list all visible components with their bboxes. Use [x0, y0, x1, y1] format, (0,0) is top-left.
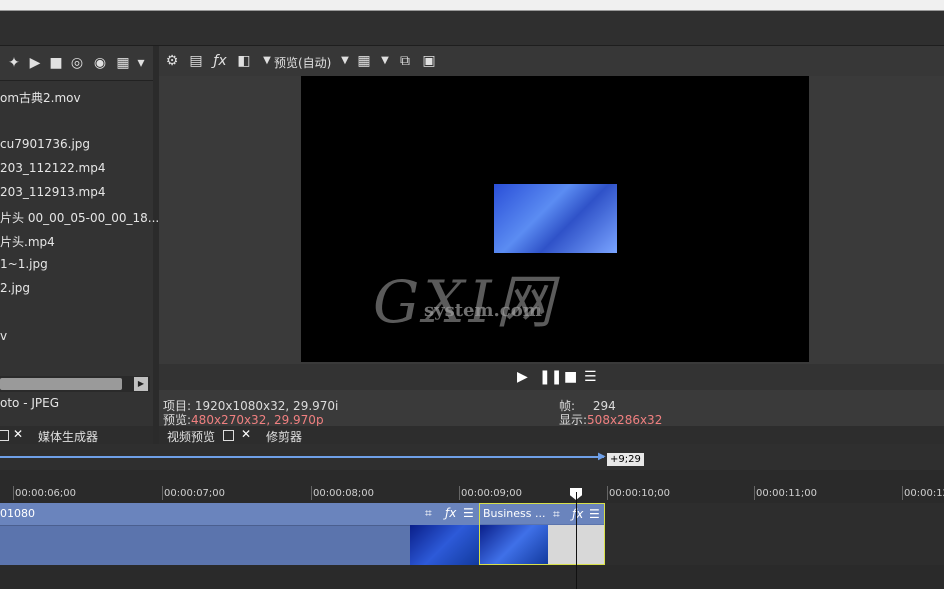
media-toolbar: ✦ ▶ ■ ◎ ◉ ▦ ▾ [0, 46, 153, 81]
video-clip[interactable]: 01080 ⌗ ƒx ☰ [0, 503, 479, 565]
menu-icon[interactable]: ☰ [463, 506, 474, 520]
clip-header[interactable]: 01080 ⌗ ƒx ☰ [0, 503, 479, 526]
fx-icon[interactable]: ƒx [445, 506, 456, 520]
clip-name: 01080 [0, 507, 35, 520]
external-monitor-icon[interactable]: ▤ [188, 53, 204, 69]
left-tab-bar: ✕ 媒体生成器 [0, 426, 153, 444]
save-snapshot-icon[interactable]: ▣ [421, 53, 437, 69]
list-item[interactable]: om古典2.mov [0, 89, 81, 106]
loop-end-icon[interactable]: ▶ [598, 451, 606, 462]
fx-icon[interactable]: ƒx [212, 53, 228, 69]
preview-value: 480x270x32, 29.970p [191, 413, 324, 427]
list-item[interactable]: v [0, 329, 7, 343]
timeline: ▶ +9;29 00:00:06;00 00:00:07;00 00:00:08… [0, 444, 944, 589]
ruler-tick [902, 486, 903, 500]
transport-controls: ▶ ❚❚ ■ ☰ [159, 364, 944, 390]
list-item[interactable]: 1~1.jpg [0, 257, 48, 271]
ruler-tick [607, 486, 608, 500]
display-label: 显示: [559, 413, 588, 427]
preview-quality-select[interactable]: 预览(自动) [274, 54, 331, 71]
scrollbar-thumb[interactable] [0, 378, 122, 390]
preview-toolbar: ⚙ ▤ ƒx ◧ ▼ 预览(自动) ▼ ▦ ▼ ⧉ ▣ [159, 46, 944, 76]
ruler-tick [13, 486, 14, 500]
chevron-down-icon[interactable]: ▼ [337, 53, 353, 69]
stop-button[interactable]: ■ [564, 369, 577, 385]
ruler-tick [754, 486, 755, 500]
video-track: 01080 ⌗ ƒx ☰ Business ... ⌗ ƒx ☰ [0, 503, 944, 565]
preview-label: 预览: [163, 413, 192, 427]
undock-icon[interactable] [223, 430, 234, 441]
ruler-tick [459, 486, 460, 500]
close-icon[interactable]: ✕ [241, 427, 251, 441]
time-ruler[interactable]: 00:00:06;00 00:00:07;00 00:00:08;00 00:0… [0, 482, 944, 502]
clip-thumbnail [480, 525, 548, 564]
preview-tab-bar: 视频预览 ✕ 修剪器 [159, 426, 944, 444]
list-item[interactable]: 片头.mp4 [0, 233, 55, 250]
ruler-label: 00:00:09;00 [461, 488, 523, 499]
clip-thumbnail [410, 525, 479, 565]
list-item[interactable]: 203_112913.mp4 [0, 185, 105, 199]
overlay-grid-icon[interactable]: ▦ [356, 53, 372, 69]
horizontal-scrollbar[interactable]: ▶ [0, 376, 150, 392]
gear-icon[interactable]: ⚙ [164, 53, 180, 69]
tab-media-generator[interactable]: 媒体生成器 [38, 428, 98, 445]
loop-region[interactable] [0, 456, 604, 458]
media-type-status: oto - JPEG [0, 396, 60, 410]
fx-icon[interactable]: ƒx [572, 507, 583, 521]
selected-video-clip[interactable]: Business ... ⌗ ƒx ☰ [479, 503, 605, 565]
watermark-logo: GXI网 [373, 268, 558, 336]
chevron-down-icon[interactable]: ▾ [133, 55, 149, 71]
effects-icon[interactable]: ✦ [6, 55, 22, 71]
watermark-text: system.com [424, 300, 542, 321]
crop-icon[interactable]: ⌗ [425, 506, 432, 521]
undock-icon[interactable] [0, 430, 9, 441]
menu-icon[interactable]: ☰ [584, 369, 597, 385]
chevron-down-icon[interactable]: ▼ [259, 53, 275, 69]
top-strip [0, 0, 944, 11]
project-media-panel: ✦ ▶ ■ ◎ ◉ ▦ ▾ om古典2.mov cu7901736.jpg 20… [0, 46, 159, 426]
play-button[interactable]: ▶ [517, 369, 528, 385]
pause-button[interactable]: ❚❚ [539, 369, 562, 385]
auto-preview-icon[interactable]: ◎ [69, 55, 85, 71]
ruler-label: 00:00:08;00 [313, 488, 375, 499]
list-item[interactable]: 片头 00_00_05-00_00_18... [0, 209, 159, 226]
scroll-right-icon[interactable]: ▶ [134, 377, 148, 391]
display-value: 508x286x32 [587, 413, 663, 427]
ruler-label: 00:00:11;00 [756, 488, 818, 499]
stop-icon[interactable]: ■ [48, 55, 64, 71]
ruler-label: 00:00:06;00 [15, 488, 77, 499]
preview-image [494, 184, 617, 253]
list-item[interactable]: 203_112122.mp4 [0, 161, 105, 175]
copy-snapshot-icon[interactable]: ⧉ [397, 53, 413, 69]
ruler-tick [311, 486, 312, 500]
tab-video-preview[interactable]: 视频预览 [167, 428, 215, 445]
split-screen-icon[interactable]: ◧ [236, 53, 252, 69]
menu-icon[interactable]: ☰ [589, 507, 600, 521]
search-media-icon[interactable]: ◉ [92, 55, 108, 71]
crop-icon[interactable]: ⌗ [553, 507, 560, 522]
menu-bar [0, 11, 944, 46]
tab-trimmer[interactable]: 修剪器 [266, 428, 302, 445]
loop-region-bar[interactable]: ▶ +9;29 [0, 444, 944, 470]
ruler-label: 00:00:07;00 [164, 488, 226, 499]
ruler-label: 00:00:12 [904, 488, 944, 499]
view-grid-icon[interactable]: ▦ [115, 55, 131, 71]
video-preview-panel: ⚙ ▤ ƒx ◧ ▼ 预览(自动) ▼ ▦ ▼ ⧉ ▣ ▶ ❚❚ ■ ☰ 项目:… [159, 46, 944, 427]
ruler-label: 00:00:10;00 [609, 488, 671, 499]
loop-length-readout: +9;29 [607, 453, 644, 466]
playhead-line[interactable] [576, 492, 577, 589]
clip-name: Business ... [483, 507, 546, 520]
play-icon[interactable]: ▶ [27, 55, 43, 71]
list-item[interactable]: 2.jpg [0, 281, 30, 295]
clip-header[interactable]: Business ... ⌗ ƒx ☰ [480, 504, 604, 524]
list-item[interactable]: cu7901736.jpg [0, 137, 90, 151]
ruler-tick [162, 486, 163, 500]
chevron-down-icon[interactable]: ▼ [377, 53, 393, 69]
close-icon[interactable]: ✕ [13, 427, 23, 441]
